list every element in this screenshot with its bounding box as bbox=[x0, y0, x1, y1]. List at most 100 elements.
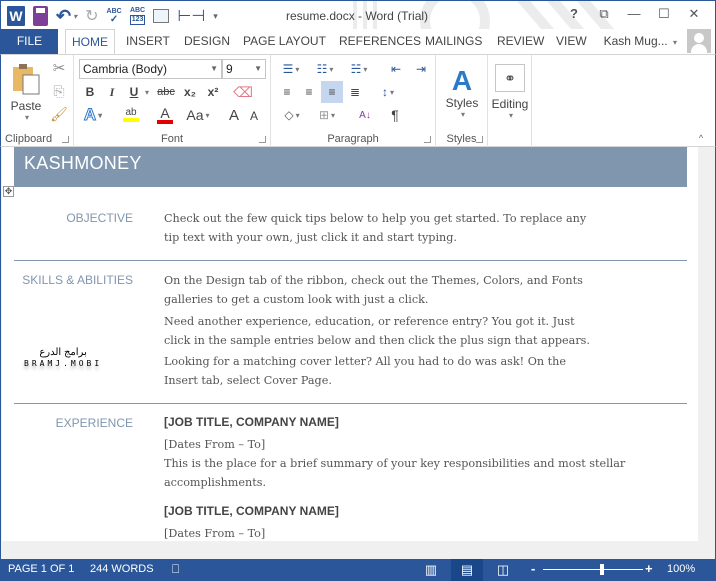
underline-caret-icon[interactable]: ▾ bbox=[142, 83, 152, 101]
objective-text[interactable]: Check out the few quick tips below to he… bbox=[164, 209, 586, 247]
bold-button[interactable]: B bbox=[82, 83, 98, 101]
paste-button[interactable]: Paste ▾ bbox=[7, 61, 45, 123]
align-right-button[interactable]: ≡ bbox=[321, 81, 343, 103]
styles-launcher-icon[interactable] bbox=[476, 136, 483, 143]
underline-button[interactable]: U bbox=[126, 83, 142, 101]
section-label-skills: SKILLS & ABILITIES bbox=[22, 273, 133, 287]
line-spacing-button[interactable]: ↕ ▾ bbox=[375, 82, 401, 102]
help-button[interactable]: ? bbox=[559, 6, 589, 22]
skills-text[interactable]: On the Design tab of the ribbon, check o… bbox=[164, 271, 590, 390]
clipboard-launcher-icon[interactable] bbox=[62, 136, 69, 143]
increase-indent-button[interactable]: ⇥ bbox=[411, 59, 431, 79]
multilevel-list-button[interactable]: ☵ ▾ bbox=[345, 59, 373, 79]
undo-icon[interactable]: ↶ ▾ bbox=[56, 6, 77, 26]
zoom-out-button[interactable]: - bbox=[531, 561, 535, 576]
user-account[interactable]: Kash Mug... ▾ bbox=[604, 29, 677, 54]
minimize-button[interactable]: — bbox=[619, 6, 649, 22]
align-center-button[interactable]: ≡ bbox=[299, 82, 319, 102]
change-case-button[interactable]: Aa ▾ bbox=[182, 105, 214, 125]
paste-label: Paste bbox=[10, 98, 42, 113]
tab-insert[interactable]: INSERT bbox=[120, 29, 176, 54]
document-page[interactable]: KASHMONEY ✥ OBJECTIVE Check out the few … bbox=[2, 147, 699, 541]
tab-design[interactable]: DESIGN bbox=[178, 29, 236, 54]
web-layout-button[interactable]: ◫ bbox=[487, 559, 519, 581]
word-logo-icon[interactable]: W bbox=[7, 6, 25, 26]
bullets-button[interactable]: ☰ ▾ bbox=[277, 59, 305, 79]
tab-references[interactable]: REFERENCES bbox=[333, 29, 427, 54]
styles-button[interactable]: A Styles ▾ bbox=[440, 59, 484, 125]
watermark-arabic: برامج الدرع bbox=[39, 347, 87, 358]
font-launcher-icon[interactable] bbox=[259, 136, 266, 143]
show-marks-button[interactable]: ¶ bbox=[385, 105, 405, 125]
highlight-button[interactable]: ab bbox=[116, 105, 146, 125]
ribbon-display-options-button[interactable]: ⧉ bbox=[589, 6, 619, 22]
redo-icon[interactable]: ↻ bbox=[85, 6, 98, 26]
tab-file[interactable]: FILE bbox=[1, 29, 58, 54]
maximize-button[interactable]: ☐ bbox=[649, 6, 679, 22]
vertical-scrollbar[interactable] bbox=[698, 147, 715, 541]
picture-preview-icon[interactable] bbox=[153, 9, 170, 23]
font-size-dropdown[interactable]: 9 ▼ bbox=[222, 59, 266, 79]
font-group: Cambria (Body) ▼ 9 ▼ B I U ▾ abc x₂ x² ⌫ A… bbox=[74, 55, 271, 147]
paste-icon bbox=[13, 63, 40, 94]
avatar[interactable] bbox=[687, 29, 711, 53]
word-count-icon[interactable]: ABC 123 bbox=[129, 6, 146, 26]
user-caret-icon: ▾ bbox=[672, 38, 677, 47]
paragraph-launcher-icon[interactable] bbox=[424, 136, 431, 143]
read-mode-button[interactable]: ▥ bbox=[415, 559, 447, 581]
section-label-objective: OBJECTIVE bbox=[66, 211, 133, 225]
text-line: This is the place for a brief summary of… bbox=[164, 457, 626, 470]
grow-font-button[interactable]: A bbox=[226, 105, 242, 125]
copy-icon[interactable]: ⎘ bbox=[50, 82, 68, 100]
styles-group: A Styles ▾ Styles bbox=[436, 55, 488, 147]
strikethrough-button[interactable]: abc bbox=[156, 83, 176, 101]
format-painter-icon[interactable]: 🖌 bbox=[50, 105, 68, 123]
zoom-level[interactable]: 100% bbox=[667, 563, 695, 575]
superscript-button[interactable]: x² bbox=[204, 83, 222, 101]
clear-formatting-icon[interactable]: ⌫ bbox=[233, 83, 253, 101]
spelling-icon[interactable]: ABC ✓ bbox=[107, 6, 122, 26]
save-icon[interactable] bbox=[33, 6, 48, 26]
page-count[interactable]: PAGE 1 OF 1 bbox=[8, 563, 74, 575]
resume-name[interactable]: KASHMONEY bbox=[24, 153, 142, 174]
sort-button[interactable]: A↓ bbox=[355, 105, 375, 125]
text-line: Looking for a matching cover letter? All… bbox=[164, 355, 566, 368]
page-width-icon[interactable]: ⊢⊣ bbox=[177, 6, 205, 26]
tab-review[interactable]: REVIEW bbox=[491, 29, 550, 54]
cut-icon[interactable]: ✂ bbox=[50, 59, 68, 77]
borders-button[interactable]: ⊞ ▾ bbox=[313, 105, 341, 125]
collapse-ribbon-icon[interactable]: ^ bbox=[695, 132, 707, 144]
italic-button[interactable]: I bbox=[104, 83, 120, 101]
highlight-icon: ab bbox=[125, 107, 137, 118]
numbering-button[interactable]: ☷ ▾ bbox=[311, 59, 339, 79]
close-button[interactable]: ✕ bbox=[679, 6, 709, 22]
zoom-slider-thumb[interactable] bbox=[599, 564, 604, 575]
decrease-indent-button[interactable]: ⇤ bbox=[386, 59, 406, 79]
text-line: accomplishments. bbox=[164, 476, 267, 489]
font-color-button[interactable]: A bbox=[150, 105, 180, 125]
word-count[interactable]: 244 WORDS bbox=[90, 563, 154, 575]
customize-qat-icon[interactable]: ▾ bbox=[213, 6, 218, 26]
justify-button[interactable]: ≣ bbox=[345, 82, 365, 102]
proofing-icon[interactable]: ⎕ bbox=[172, 562, 179, 577]
text-effects-button[interactable]: A ▾ bbox=[82, 105, 104, 125]
experience-text[interactable]: [JOB TITLE, COMPANY NAME] [Dates From – … bbox=[164, 413, 625, 541]
chevron-down-icon: ▼ bbox=[254, 64, 262, 73]
shrink-font-button[interactable]: A bbox=[246, 107, 262, 125]
zoom-in-button[interactable]: + bbox=[645, 561, 653, 576]
tab-view[interactable]: VIEW bbox=[550, 29, 593, 54]
tab-home[interactable]: HOME bbox=[65, 29, 115, 55]
text-line: Insert tab, select Cover Page. bbox=[164, 374, 332, 387]
table-move-handle-icon[interactable]: ✥ bbox=[3, 186, 14, 197]
tab-mailings[interactable]: MAILINGS bbox=[419, 29, 488, 54]
text-effects-icon: A bbox=[83, 105, 97, 125]
print-layout-button[interactable]: ▤ bbox=[451, 559, 483, 581]
tab-page-layout[interactable]: PAGE LAYOUT bbox=[237, 29, 332, 54]
shading-button[interactable]: ◇ ▾ bbox=[279, 105, 305, 125]
undo-caret-icon[interactable]: ▾ bbox=[73, 12, 77, 21]
editing-button[interactable]: ⚭ Editing ▾ bbox=[490, 59, 530, 125]
align-left-button[interactable]: ≡ bbox=[277, 82, 297, 102]
subscript-button[interactable]: x₂ bbox=[181, 83, 199, 101]
zoom-slider-track[interactable] bbox=[543, 569, 643, 570]
font-name-dropdown[interactable]: Cambria (Body) ▼ bbox=[79, 59, 222, 79]
